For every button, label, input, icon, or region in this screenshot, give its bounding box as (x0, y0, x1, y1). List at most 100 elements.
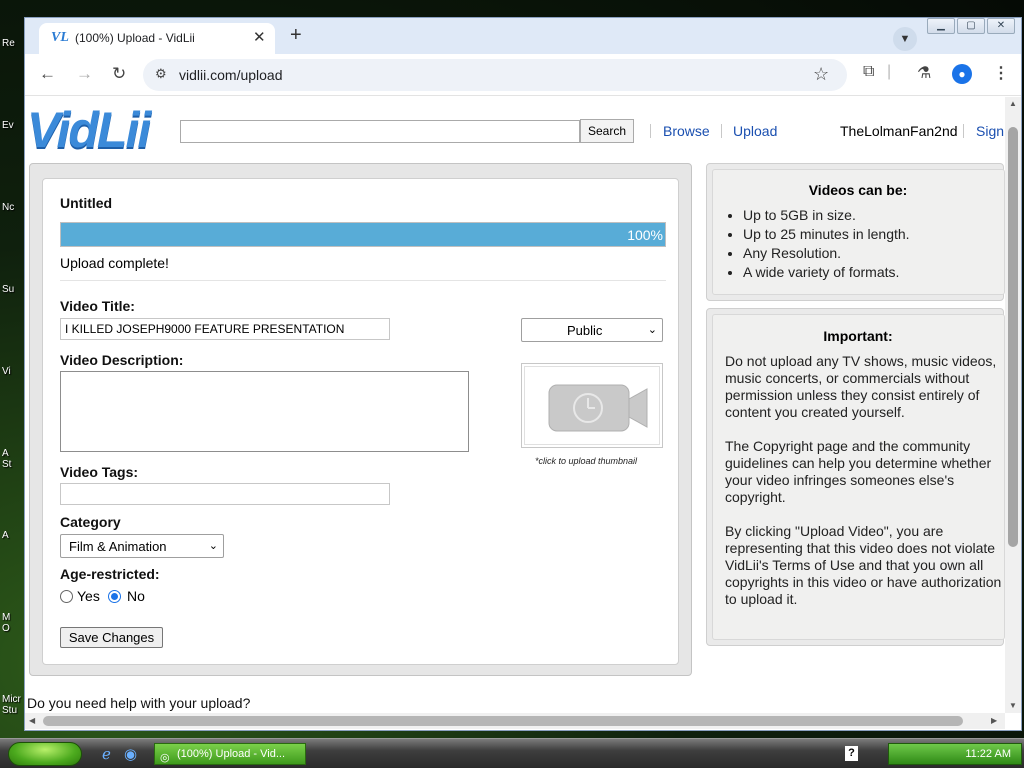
category-value: Film & Animation (69, 539, 167, 554)
important-panel: Important: Do not upload any TV shows, m… (712, 314, 1005, 640)
reload-icon[interactable]: ↻ (112, 64, 126, 84)
upload-help-text[interactable]: Do you need help with your upload? (27, 695, 250, 711)
minimize-button[interactable]: ▁ (927, 18, 955, 34)
close-window-button[interactable]: ✕ (987, 18, 1015, 34)
file-name: Untitled (60, 195, 113, 211)
upload-status: Upload complete! (60, 255, 169, 271)
url-text[interactable]: vidlii.com/upload (179, 67, 283, 83)
save-changes-button[interactable]: Save Changes (60, 627, 163, 648)
important-paragraph: By clicking "Upload Video", you are repr… (725, 523, 1002, 607)
thumbnail-caption: *click to upload thumbnail (535, 456, 638, 466)
close-icon[interactable]: ✕ (253, 28, 266, 46)
progress-fill: 100% (61, 223, 665, 246)
desktop-icon-label[interactable]: Nc (2, 202, 14, 213)
privacy-select[interactable]: Public ⌄ (521, 318, 663, 342)
taskbar-item-label: (100%) Upload - Vid... (177, 748, 286, 760)
scroll-up-icon[interactable]: ▲ (1009, 99, 1017, 108)
star-icon[interactable]: ☆ (813, 64, 829, 85)
videos-can-be-title: Videos can be: (808, 182, 908, 198)
scroll-down-icon[interactable]: ▼ (1009, 701, 1017, 710)
desktop-icon-label[interactable]: Ev (2, 120, 14, 131)
flask-icon[interactable]: ⚗ (917, 63, 931, 83)
upload-panel: Untitled 100% Upload complete! Video Tit… (29, 163, 692, 676)
tab-upload[interactable]: VL (100%) Upload - VidLii ✕ (39, 23, 275, 54)
scrollbar-thumb[interactable] (43, 716, 963, 726)
new-tab-plus-icon[interactable]: + (290, 24, 302, 47)
desktop-icon-label[interactable]: Vi (2, 366, 11, 377)
start-button[interactable] (8, 742, 82, 766)
thumbnail-frame (524, 366, 660, 445)
age-restricted-label: Age-restricted: (60, 566, 160, 582)
clock[interactable]: 11:22 AM (965, 748, 1011, 760)
category-label: Category (60, 514, 121, 530)
age-no-radio[interactable] (108, 590, 121, 603)
toolbar-divider: | (887, 63, 892, 80)
age-yes-radio[interactable] (60, 590, 73, 603)
privacy-value: Public (567, 323, 603, 338)
help-icon[interactable]: ? (845, 746, 858, 761)
nav-sign-link[interactable]: Sign (976, 123, 1004, 139)
videos-can-be-panel: Videos can be: Up to 5GB in size. Up to … (712, 169, 1005, 295)
desktop-icon-label[interactable]: A St (2, 448, 11, 470)
chrome-icon: ◎ (160, 752, 170, 764)
maximize-button[interactable]: ▢ (957, 18, 985, 34)
video-tags-label: Video Tags: (60, 464, 139, 480)
browser-window: VL (100%) Upload - VidLii ✕ + ▼ ▁ ▢ ✕ ← … (24, 17, 1022, 731)
browser-toolbar: ← → ↻ ⚙ vidlii.com/upload ☆ ⧉ | ⚗ ● ⋮ (25, 54, 1021, 96)
age-yes-label[interactable]: Yes (77, 588, 100, 604)
important-box: Important: Do not upload any TV shows, m… (706, 308, 1005, 646)
vertical-scrollbar[interactable]: ▲ ▼ (1005, 97, 1021, 713)
tab-strip: VL (100%) Upload - VidLii ✕ + ▼ ▁ ▢ ✕ (25, 18, 1021, 54)
internet-explorer-icon[interactable]: ℯ (102, 745, 111, 763)
important-title: Important: (823, 328, 893, 344)
username-link[interactable]: TheLolmanFan2nd (840, 123, 958, 139)
category-select[interactable]: Film & Animation ⌄ (60, 534, 224, 558)
search-input[interactable] (180, 120, 580, 143)
address-bar[interactable]: ⚙ vidlii.com/upload ☆ (143, 59, 847, 91)
age-no-label[interactable]: No (127, 588, 145, 604)
taskbar: ℯ ◉ ◎ (100%) Upload - Vid... ? 11:22 AM (0, 738, 1024, 768)
videos-can-be-box: Videos can be: Up to 5GB in size. Up to … (706, 163, 1005, 301)
list-item: Any Resolution. (743, 244, 910, 263)
desktop-icon-label[interactable]: Micr Stu (2, 694, 21, 716)
scrollbar-thumb[interactable] (1008, 127, 1018, 547)
nav-browse-link[interactable]: Browse (663, 123, 710, 139)
nav-divider (721, 124, 722, 138)
thumbnail-upload[interactable] (521, 363, 663, 448)
chevron-down-icon: ⌄ (208, 540, 218, 552)
more-vert-icon[interactable]: ⋮ (993, 63, 1009, 83)
progress-percent: 100% (627, 227, 663, 243)
person-icon[interactable]: ● (952, 64, 972, 84)
vidlii-logo[interactable]: VidLii (27, 101, 151, 159)
important-paragraph: Do not upload any TV shows, music videos… (725, 353, 997, 420)
arrow-right-icon[interactable]: → (76, 64, 93, 84)
video-title-input[interactable]: I KILLED JOSEPH9000 FEATURE PRESENTATION (60, 318, 390, 340)
scroll-left-icon[interactable]: ◀ (29, 716, 35, 725)
taskbar-item-upload[interactable]: ◎ (100%) Upload - Vid... (154, 743, 306, 765)
nav-divider (963, 124, 964, 138)
scroll-right-icon[interactable]: ▶ (991, 716, 997, 725)
nav-upload-link[interactable]: Upload (733, 123, 777, 139)
desktop-icon-label[interactable]: M O (2, 612, 10, 634)
puzzle-icon[interactable]: ⧉ (863, 63, 874, 81)
page-viewport: VidLii Search Browse Upload TheLolmanFan… (25, 97, 1005, 713)
video-title-label: Video Title: (60, 298, 135, 314)
browser-quicklaunch-icon[interactable]: ◉ (124, 745, 137, 763)
chevron-down-icon[interactable]: ▼ (893, 27, 917, 51)
upload-form: Untitled 100% Upload complete! Video Tit… (42, 178, 679, 665)
desktop-icon-label[interactable]: Re (2, 38, 15, 49)
desktop-icon-label[interactable]: A (2, 530, 9, 541)
tune-icon[interactable]: ⚙ (155, 66, 167, 82)
upload-progress-bar: 100% (60, 222, 666, 247)
horizontal-scrollbar[interactable]: ◀ ▶ (25, 713, 1005, 729)
video-description-label: Video Description: (60, 352, 184, 368)
search-button[interactable]: Search (580, 119, 634, 143)
video-camera-icon (548, 384, 648, 432)
arrow-left-icon[interactable]: ← (39, 64, 56, 84)
videos-can-be-list: Up to 5GB in size. Up to 25 minutes in l… (725, 206, 910, 282)
video-description-input[interactable] (60, 371, 469, 452)
nav-divider (650, 124, 651, 138)
list-item: Up to 5GB in size. (743, 206, 910, 225)
video-tags-input[interactable] (60, 483, 390, 505)
desktop-icon-label[interactable]: Su (2, 284, 14, 295)
